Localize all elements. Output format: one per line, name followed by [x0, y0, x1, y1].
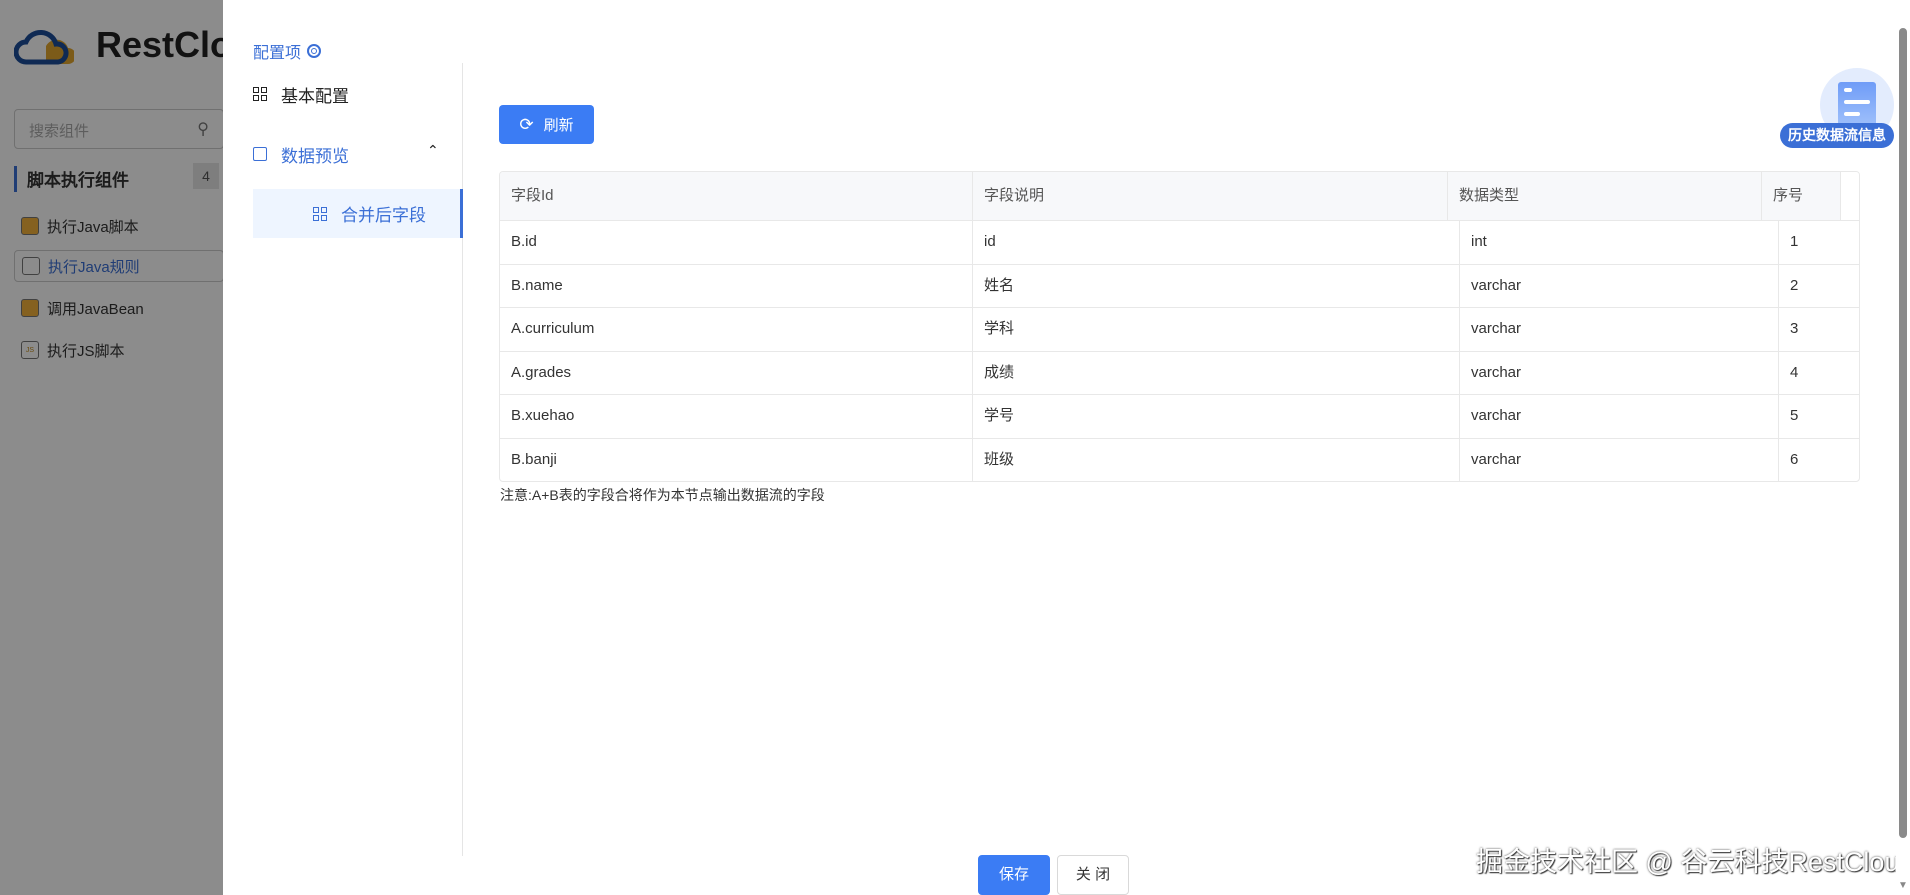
menu-item-basic-config[interactable]: 基本配置: [223, 70, 462, 118]
grid-icon: [253, 87, 267, 101]
scroll-down-arrow-icon[interactable]: ▼: [1898, 880, 1908, 891]
config-drawer: 配置项 基本配置 数据预览 ⌃ 合并后字段 ⟳ 刷新 字段Id 字段说明 数据类型…: [223, 0, 1910, 895]
divider: [462, 63, 463, 856]
table-cell: B.id: [500, 221, 973, 264]
table-cell: B.xuehao: [500, 395, 973, 438]
table-cell: 学号: [973, 395, 1460, 438]
table-row: B.name 姓名 varchar 2: [500, 263, 1859, 307]
save-button[interactable]: 保存: [978, 855, 1050, 895]
table-row: A.curriculum 学科 varchar 3: [500, 307, 1859, 351]
close-button[interactable]: 关 闭: [1057, 855, 1129, 895]
refresh-button[interactable]: ⟳ 刷新: [499, 105, 594, 144]
fields-table: 字段Id 字段说明 数据类型 序号 B.id id int 1 B.name 姓名 varc…: [499, 171, 1860, 482]
settings-icon: [307, 44, 322, 58]
menu-item-merged-fields[interactable]: 合并后字段: [253, 189, 463, 238]
data-preview-icon: [253, 147, 267, 161]
scrollbar[interactable]: ▼: [1896, 0, 1910, 895]
table-cell: 1: [1790, 233, 1799, 250]
table-note: 注意:A+B表的字段合将作为本节点输出数据流的字段: [500, 487, 825, 503]
document-icon: [1838, 82, 1876, 126]
table-cell: 5: [1790, 407, 1799, 424]
table-cell: varchar: [1460, 308, 1779, 351]
table-row: A.grades 成绩 varchar 4: [500, 350, 1859, 394]
table-row: B.xuehao 学号 varchar 5: [500, 394, 1859, 438]
table-cell: 成绩: [973, 351, 1460, 394]
table-row: B.id id int 1: [500, 220, 1859, 264]
table-cell: A.grades: [500, 351, 973, 394]
column-header: 字段Id: [500, 172, 973, 220]
table-cell: varchar: [1460, 395, 1779, 438]
modal-mask[interactable]: [0, 0, 223, 895]
table-cell: 学科: [973, 308, 1460, 351]
menu-item-data-preview[interactable]: 数据预览 ⌃: [223, 130, 462, 178]
table-cell: int: [1460, 221, 1779, 264]
column-header: 序号: [1762, 172, 1841, 220]
column-header: 数据类型: [1448, 172, 1762, 220]
table-cell: 3: [1790, 320, 1799, 337]
table-cell: 班级: [973, 438, 1460, 481]
chevron-up-icon: ⌃: [427, 142, 439, 158]
grid-icon: [313, 206, 327, 221]
table-cell: 2: [1790, 276, 1799, 294]
config-title: 配置项: [253, 39, 322, 63]
table-cell: B.banji: [500, 438, 973, 481]
table-row: B.banji 班级 varchar 6: [500, 437, 1859, 481]
table-cell: varchar: [1460, 438, 1779, 481]
table-cell: 4: [1790, 363, 1799, 381]
column-header: 字段说明: [973, 172, 1448, 220]
table-cell: A.curriculum: [500, 308, 973, 351]
watermark: 掘金技术社区 @ 谷云科技RestCloud: [1476, 847, 1910, 877]
table-cell: varchar: [1460, 264, 1779, 307]
table-cell: 6: [1790, 450, 1799, 468]
table-cell: id: [973, 221, 1460, 264]
table-cell: varchar: [1460, 351, 1779, 394]
refresh-icon: ⟳: [519, 114, 534, 134]
table-cell: B.name: [500, 264, 973, 307]
table-cell: 姓名: [973, 264, 1460, 307]
history-dataflow-button[interactable]: 历史数据流信息: [1780, 68, 1895, 148]
table-header: 字段Id 字段说明 数据类型 序号: [500, 172, 1859, 220]
